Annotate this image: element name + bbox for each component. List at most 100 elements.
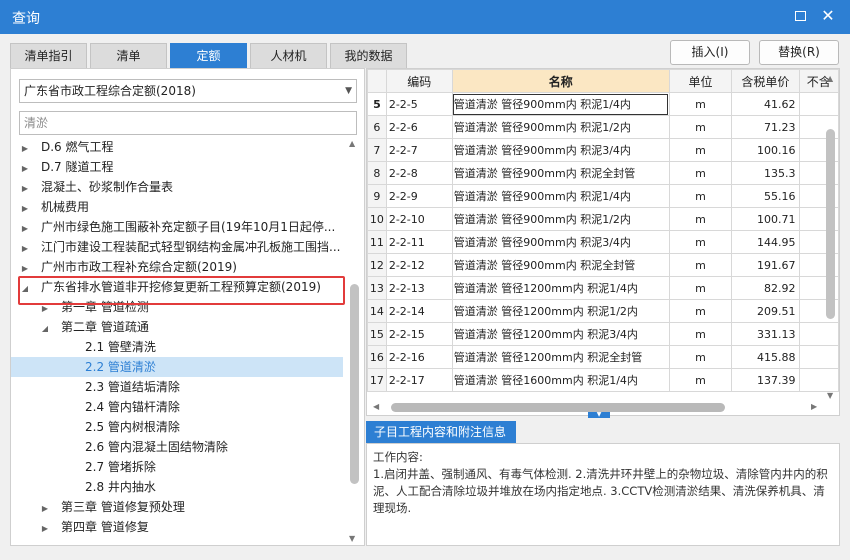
grid-scroll-thumb[interactable] [826,129,835,319]
code-cell[interactable]: 2-2-9 [385,184,453,208]
triangle-right-icon[interactable]: ▶ [39,519,51,537]
tree-node[interactable]: 2.1 管壁清洗 [11,337,343,357]
code-cell[interactable]: 2-2-10 [385,207,453,231]
tree-node[interactable]: 2.8 井内抽水 [11,477,343,497]
triangle-right-icon[interactable]: ▶ [19,159,31,177]
tab-bill[interactable]: 清单 [90,43,167,68]
close-icon[interactable]: ✕ [818,6,838,26]
scroll-thumb[interactable] [350,284,359,484]
price-cell[interactable]: 82.92 [731,276,800,300]
library-select[interactable]: 广东省市政工程综合定额(2018) ▼ [19,79,357,103]
unit-cell[interactable]: m [668,253,733,277]
table-row[interactable]: 13 2-2-13 管道清淤 管径1200mm内 积泥1/4内 m 82.92 [367,276,839,300]
scroll-left-icon[interactable]: ◀ [373,402,379,411]
code-cell[interactable]: 2-2-14 [385,299,453,323]
table-row[interactable]: 7 2-2-7 管道清淤 管径900mm内 积泥3/4内 m 100.16 [367,138,839,162]
code-cell[interactable]: 2-2-17 [385,368,453,392]
triangle-right-icon[interactable]: ▶ [19,139,31,157]
price-notax-cell[interactable] [798,368,839,392]
code-cell[interactable]: 2-2-8 [385,161,453,185]
price-cell[interactable]: 144.95 [731,230,800,254]
table-row[interactable]: 6 2-2-6 管道清淤 管径900mm内 积泥1/2内 m 71.23 [367,115,839,139]
column-header-price-tax[interactable]: 含税单价 [731,69,800,93]
unit-cell[interactable]: m [668,92,733,116]
table-row[interactable]: 14 2-2-14 管道清淤 管径1200mm内 积泥1/2内 m 209.51 [367,299,839,323]
tree-node[interactable]: 2.5 管内树根清除 [11,417,343,437]
column-header-unit[interactable]: 单位 [668,69,733,93]
table-row[interactable]: 15 2-2-15 管道清淤 管径1200mm内 积泥3/4内 m 331.13 [367,322,839,346]
tree-node[interactable]: 2.3 管道结垢清除 [11,377,343,397]
triangle-right-icon[interactable]: ▶ [19,179,31,197]
triangle-right-icon[interactable]: ▶ [39,499,51,517]
tree-node[interactable]: 2.7 管堵拆除 [11,457,343,477]
table-row[interactable]: 8 2-2-8 管道清淤 管径900mm内 积泥全封管 m 135.3 [367,161,839,185]
name-cell[interactable]: 管道清淤 管径900mm内 积泥全封管 [451,161,670,185]
code-cell[interactable]: 2-2-5 [385,92,453,116]
name-cell[interactable]: 管道清淤 管径1200mm内 积泥全封管 [451,345,670,369]
price-cell[interactable]: 137.39 [731,368,800,392]
price-cell[interactable]: 41.62 [731,92,800,116]
tree-node[interactable]: ▶ 机械费用 [11,197,343,217]
tree-scrollbar[interactable]: ▲ ▼ [345,137,363,545]
table-row[interactable]: 11 2-2-11 管道清淤 管径900mm内 积泥3/4内 m 144.95 [367,230,839,254]
price-notax-cell[interactable] [798,322,839,346]
table-row[interactable]: 16 2-2-16 管道清淤 管径1200mm内 积泥全封管 m 415.88 [367,345,839,369]
tree-node[interactable]: ▶ D.7 隧道工程 [11,157,343,177]
tree-node[interactable]: ▶ 江门市建设工程装配式轻型钢结构金属冲孔板施工围挡... [11,237,343,257]
unit-cell[interactable]: m [668,138,733,162]
unit-cell[interactable]: m [668,207,733,231]
price-cell[interactable]: 100.16 [731,138,800,162]
triangle-right-icon[interactable]: ▶ [19,259,31,277]
horizontal-scroll-thumb[interactable] [391,403,725,412]
triangle-right-icon[interactable]: ▶ [19,239,31,257]
scroll-up-icon[interactable]: ▲ [827,74,833,83]
code-cell[interactable]: 2-2-12 [385,253,453,277]
code-cell[interactable]: 2-2-13 [385,276,453,300]
unit-cell[interactable]: m [668,184,733,208]
code-cell[interactable]: 2-2-16 [385,345,453,369]
price-cell[interactable]: 209.51 [731,299,800,323]
tree-node[interactable]: ▶ 广州市市政工程补充综合定额(2019) [11,257,343,277]
name-cell[interactable]: 管道清淤 管径1600mm内 积泥1/4内 [451,368,670,392]
price-cell[interactable]: 191.67 [731,253,800,277]
name-cell[interactable]: 管道清淤 管径1200mm内 积泥3/4内 [451,322,670,346]
code-cell[interactable]: 2-2-6 [385,115,453,139]
scroll-right-icon[interactable]: ▶ [811,402,817,411]
unit-cell[interactable]: m [668,368,733,392]
name-cell[interactable]: 管道清淤 管径900mm内 积泥1/2内 [451,115,670,139]
tab-bill-guide[interactable]: 清单指引 [10,43,87,68]
unit-cell[interactable]: m [668,161,733,185]
price-notax-cell[interactable] [798,345,839,369]
price-cell[interactable]: 100.71 [731,207,800,231]
name-cell[interactable]: 管道清淤 管径900mm内 积泥3/4内 [451,230,670,254]
code-cell[interactable]: 2-2-7 [385,138,453,162]
name-cell[interactable]: 管道清淤 管径1200mm内 积泥1/4内 [451,276,670,300]
info-tab[interactable]: 子目工程内容和附注信息 [366,421,516,443]
tree-node[interactable]: ▶ D.6 燃气工程 [11,137,343,157]
price-cell[interactable]: 71.23 [731,115,800,139]
table-row[interactable]: 5 2-2-5 管道清淤 管径900mm内 积泥1/4内 m 41.62 [367,92,839,116]
tree-node[interactable]: 2.4 管内锚杆清除 [11,397,343,417]
price-cell[interactable]: 135.3 [731,161,800,185]
unit-cell[interactable]: m [668,276,733,300]
table-row[interactable]: 9 2-2-9 管道清淤 管径900mm内 积泥1/4内 m 55.16 [367,184,839,208]
triangle-down-icon[interactable]: ◢ [39,319,51,337]
price-cell[interactable]: 55.16 [731,184,800,208]
name-cell[interactable]: 管道清淤 管径900mm内 积泥全封管 [451,253,670,277]
tree-node[interactable]: 2.6 管内混凝土固结物清除 [11,437,343,457]
tab-quota[interactable]: 定额 [170,43,247,68]
unit-cell[interactable]: m [668,299,733,323]
unit-cell[interactable]: m [668,230,733,254]
tree-node[interactable]: ▶ 混凝土、砂浆制作合量表 [11,177,343,197]
search-input[interactable]: 清淤 [19,111,357,135]
price-cell[interactable]: 331.13 [731,322,800,346]
tab-labor-material[interactable]: 人材机 [250,43,327,68]
scroll-down-icon[interactable]: ▼ [349,534,355,543]
name-cell[interactable]: 管道清淤 管径900mm内 积泥3/4内 [451,138,670,162]
table-row[interactable]: 12 2-2-12 管道清淤 管径900mm内 积泥全封管 m 191.67 [367,253,839,277]
unit-cell[interactable]: m [668,115,733,139]
column-header-name[interactable]: 名称 [451,69,670,93]
maximize-icon[interactable] [790,6,810,26]
tree-node[interactable]: ◢ 第二章 管道疏通 [11,317,343,337]
scroll-up-icon[interactable]: ▲ [349,139,355,148]
